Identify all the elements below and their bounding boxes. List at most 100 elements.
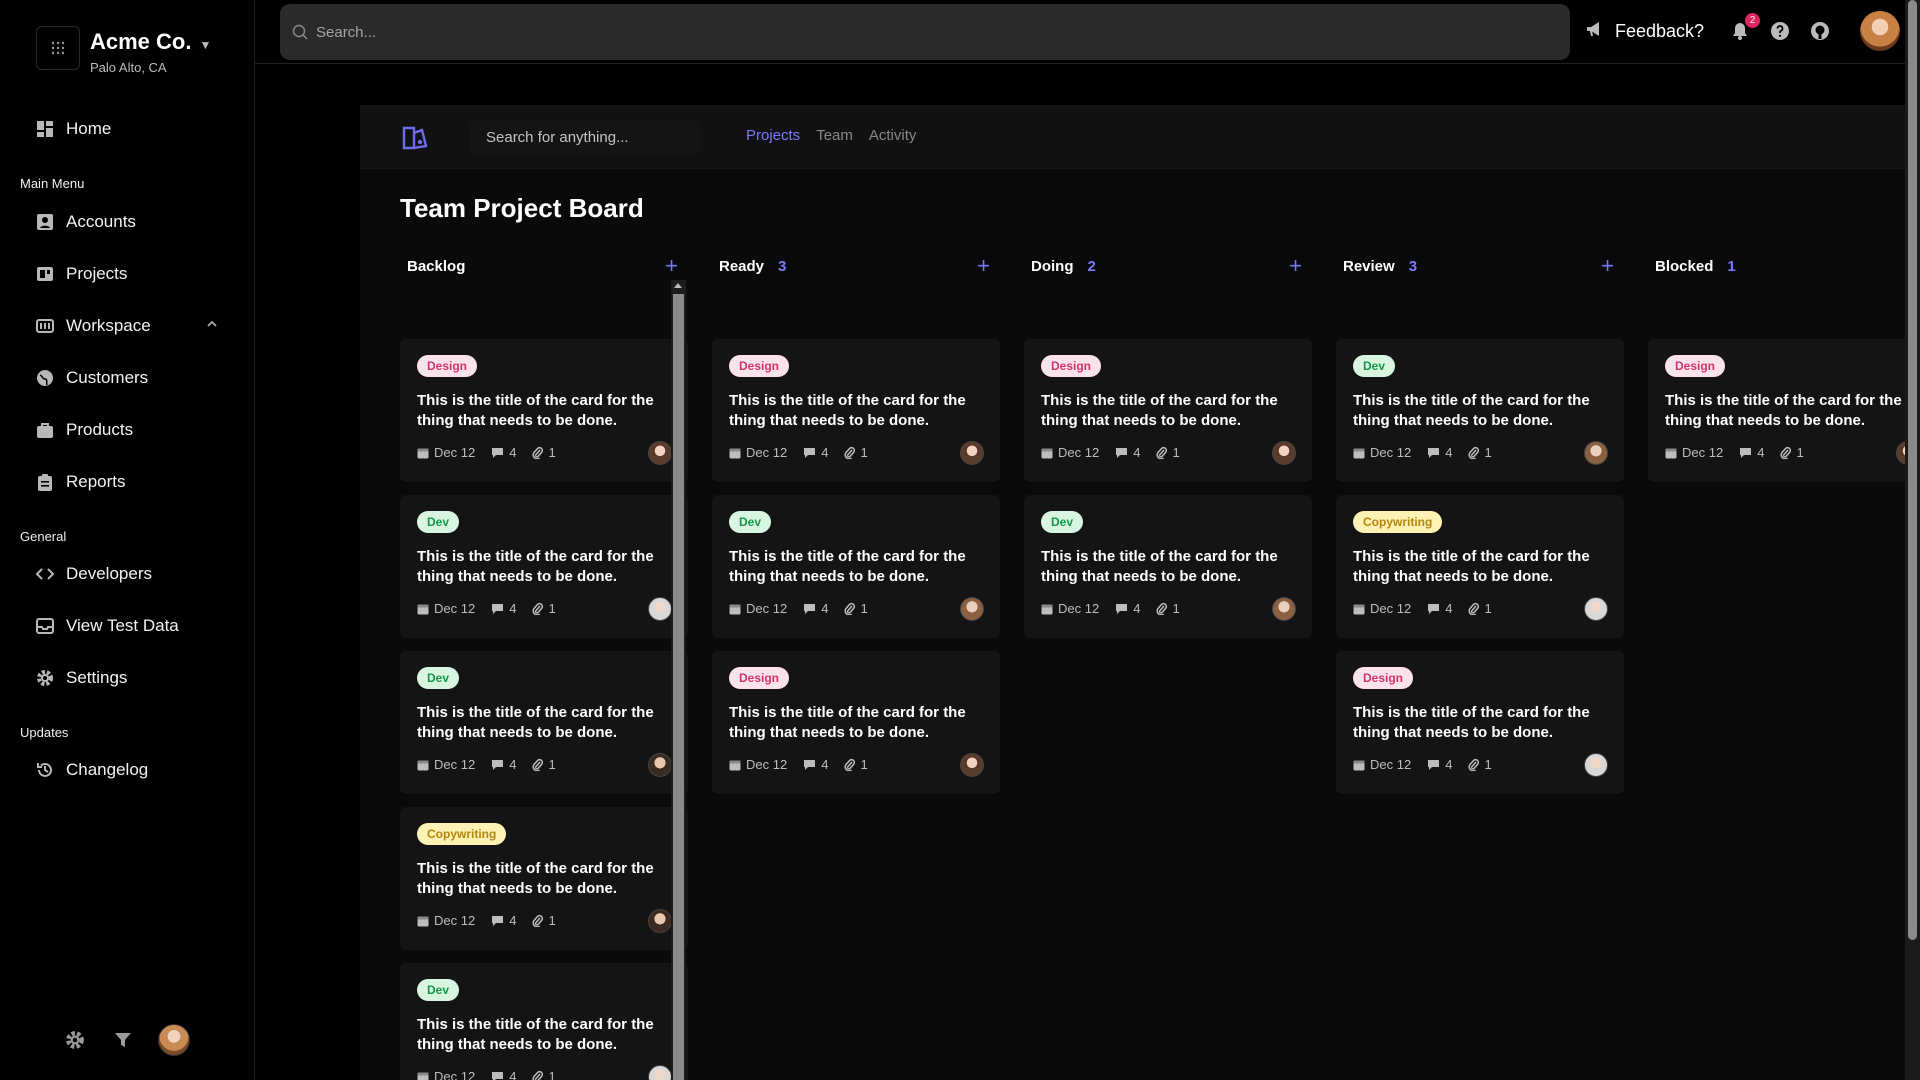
sidebar-item-accounts[interactable]: Accounts [34,207,219,237]
avatar[interactable] [648,753,672,777]
sidebar-item-projects[interactable]: Projects [34,259,219,289]
sidebar-item-label: Workspace [66,316,151,335]
card-attachments: 1 [844,757,868,772]
avatar[interactable] [1272,441,1296,465]
scrollbar-thumb[interactable] [1908,0,1917,940]
card-date-text: Dec 12 [434,757,476,772]
dashboard-icon [34,118,56,140]
avatar[interactable] [1584,441,1608,465]
sidebar-item-workspace[interactable]: Workspace [34,311,219,341]
task-card[interactable]: Design This is the title of the card for… [712,651,1000,794]
bell-icon[interactable]: 2 [1728,13,1761,43]
column-scrollbar[interactable] [671,280,686,1080]
task-card[interactable]: Design This is the title of the card for… [1336,651,1624,794]
card-date: Dec 12 [1041,445,1099,460]
card-attachments-count: 1 [1484,445,1492,460]
filter-icon[interactable] [110,1027,136,1053]
feedback-button[interactable]: Feedback? [1585,20,1704,43]
board-search-input[interactable]: Search for anything... [470,119,700,155]
task-card[interactable]: Design This is the title of the card for… [400,339,688,482]
calendar-icon [1353,760,1365,770]
sidebar-item-products[interactable]: Products [34,415,219,445]
scroll-up-arrow-icon[interactable] [674,283,682,288]
add-card-button[interactable]: + [1289,255,1302,277]
avatar[interactable] [1584,753,1608,777]
card-comments: 4 [1427,757,1452,772]
add-card-button[interactable]: + [977,255,990,277]
card-date-text: Dec 12 [746,445,788,460]
brand-logo-icon[interactable] [400,123,430,153]
sidebar-item-changelog[interactable]: Changelog [34,755,219,785]
github-icon[interactable] [1808,19,1832,43]
tab-activity[interactable]: Activity [869,127,917,144]
avatar[interactable] [960,441,984,465]
feedback-label: Feedback? [1615,20,1705,41]
avatar[interactable] [1272,597,1296,621]
avatar[interactable] [1584,597,1608,621]
card-attachments: 1 [532,913,556,928]
chevron-up-icon[interactable] [205,317,219,336]
tag-badge: Dev [417,667,460,689]
page-scrollbar[interactable] [1905,0,1920,1080]
add-card-button[interactable]: + [1601,255,1614,277]
search-icon [292,24,308,40]
org-switcher[interactable]: Acme Co. ▼ Palo Alto, CA [36,26,211,75]
sidebar-item-reports[interactable]: Reports [34,467,219,497]
comment-icon [1428,603,1440,614]
calendar-icon [729,604,741,614]
card-comments: 4 [803,445,828,460]
tab-team[interactable]: Team [816,127,853,144]
card-attachments: 1 [532,1069,556,1080]
sidebar-item-settings[interactable]: Settings [34,663,219,693]
card-comments: 4 [491,445,516,460]
code-icon [34,563,56,585]
tab-projects[interactable]: Projects [746,127,800,144]
card-comments: 4 [1115,601,1140,616]
avatar[interactable] [960,597,984,621]
task-card[interactable]: Copywriting This is the title of the car… [1336,495,1624,638]
card-meta: Dec 12 4 1 [417,757,572,772]
card-attachments-count: 1 [1172,601,1180,616]
task-card[interactable]: Dev This is the title of the card for th… [400,651,688,794]
column-blocked: Blocked 1 Design This is the title of th… [1648,245,1920,482]
card-attachments-count: 1 [1484,601,1492,616]
sidebar-item-developers[interactable]: Developers [34,559,219,589]
task-card[interactable]: Dev This is the title of the card for th… [712,495,1000,638]
sidebar-item-customers[interactable]: Customers [34,363,219,393]
user-avatar[interactable] [1860,11,1901,51]
help-icon[interactable] [1768,19,1792,43]
task-card[interactable]: Dev This is the title of the card for th… [1336,339,1624,482]
avatar[interactable] [648,1065,672,1080]
comment-icon [492,447,504,458]
task-card[interactable]: Design This is the title of the card for… [1024,339,1312,482]
card-comments: 4 [491,1069,516,1080]
card-comments-count: 4 [1445,445,1453,460]
gear-icon[interactable] [62,1027,88,1053]
card-title: This is the title of the card for the th… [417,704,654,741]
task-card[interactable]: Design This is the title of the card for… [712,339,1000,482]
calendar-icon [1041,448,1053,458]
task-card[interactable]: Design This is the title of the card for… [1648,339,1920,482]
avatar[interactable] [158,1024,190,1056]
task-card[interactable]: Dev This is the title of the card for th… [1024,495,1312,638]
task-card[interactable]: Copywriting This is the title of the car… [400,807,688,950]
briefcase-icon [34,419,56,441]
avatar[interactable] [648,909,672,933]
sidebar-item-view-test-data[interactable]: View Test Data [34,611,219,641]
add-card-button[interactable]: + [665,255,678,277]
card-meta: Dec 12 4 1 [729,601,884,616]
avatar[interactable] [960,753,984,777]
global-search-input[interactable]: Search... [280,4,1570,60]
paperclip-icon [532,914,544,927]
calendar-icon [417,916,429,926]
card-attachments: 1 [1156,601,1180,616]
section-label-updates: Updates [20,725,69,740]
card-date-text: Dec 12 [746,757,788,772]
avatar[interactable] [648,441,672,465]
avatar[interactable] [648,597,672,621]
task-card[interactable]: Dev This is the title of the card for th… [400,963,688,1080]
sidebar-item-home[interactable]: Home [34,114,219,144]
tag-badge: Dev [417,979,460,1001]
task-card[interactable]: Dev This is the title of the card for th… [400,495,688,638]
scrollbar-thumb[interactable] [673,294,684,1080]
